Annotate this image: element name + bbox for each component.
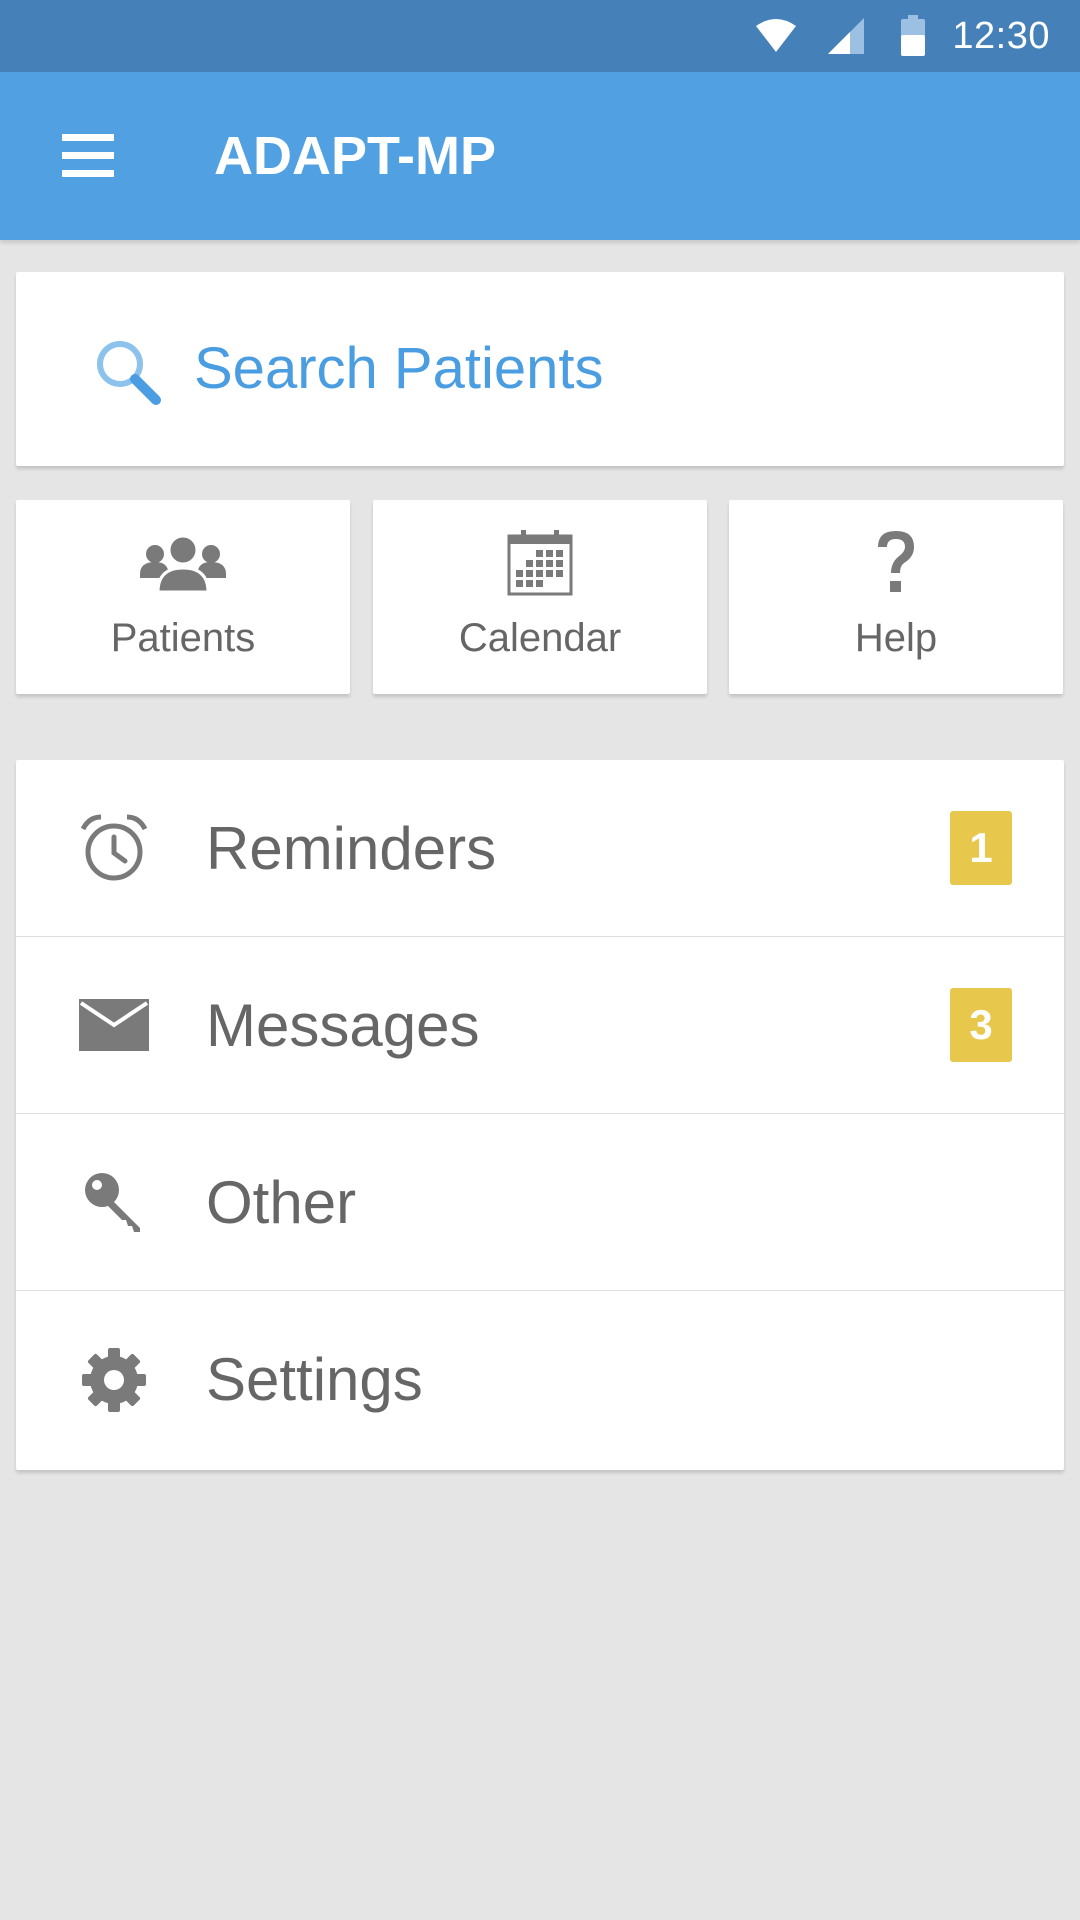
menu-item-label: Other <box>206 1168 357 1236</box>
menu-list: Reminders 1 Messages 3 Other Settings <box>16 760 1064 1470</box>
envelope-icon <box>79 999 149 1051</box>
cell-signal-icon <box>828 18 865 54</box>
search-icon <box>97 341 161 405</box>
menu-item-label: Reminders <box>206 814 497 882</box>
menu-item-messages[interactable]: Messages 3 <box>16 937 1064 1114</box>
status-icons: 12:30 <box>754 0 1050 72</box>
help-icon <box>878 531 914 592</box>
reminders-count-badge: 1 <box>950 811 1012 885</box>
people-icon <box>140 534 226 594</box>
menu-item-label: Settings <box>206 1346 423 1413</box>
calendar-tile[interactable]: Calendar <box>373 500 707 694</box>
key-icon <box>85 1173 140 1232</box>
help-tile[interactable]: Help <box>729 500 1063 694</box>
status-bar: 12:30 <box>0 0 1080 72</box>
status-time: 12:30 <box>952 14 1050 57</box>
messages-count-badge: 3 <box>950 988 1012 1062</box>
battery-icon <box>901 15 926 56</box>
hamburger-icon <box>62 134 114 177</box>
help-tile-label: Help <box>854 616 938 660</box>
menu-button[interactable] <box>46 116 130 196</box>
search-patients-field[interactable]: Search Patients <box>16 272 1064 466</box>
alarm-clock-icon <box>80 814 148 881</box>
menu-item-other[interactable]: Other <box>16 1114 1064 1291</box>
app-bar: ADAPT-MP <box>0 72 1080 240</box>
search-placeholder: Search Patients <box>194 336 604 401</box>
menu-item-settings[interactable]: Settings <box>16 1291 1064 1468</box>
gear-icon <box>82 1347 146 1412</box>
patients-tile-label: Patients <box>110 616 256 660</box>
calendar-icon <box>507 530 573 596</box>
calendar-tile-label: Calendar <box>458 616 622 660</box>
app-title: ADAPT-MP <box>214 126 496 186</box>
wifi-icon <box>756 19 797 52</box>
patients-tile[interactable]: Patients <box>16 500 350 694</box>
menu-item-label: Messages <box>206 991 480 1059</box>
menu-item-reminders[interactable]: Reminders 1 <box>16 760 1064 937</box>
